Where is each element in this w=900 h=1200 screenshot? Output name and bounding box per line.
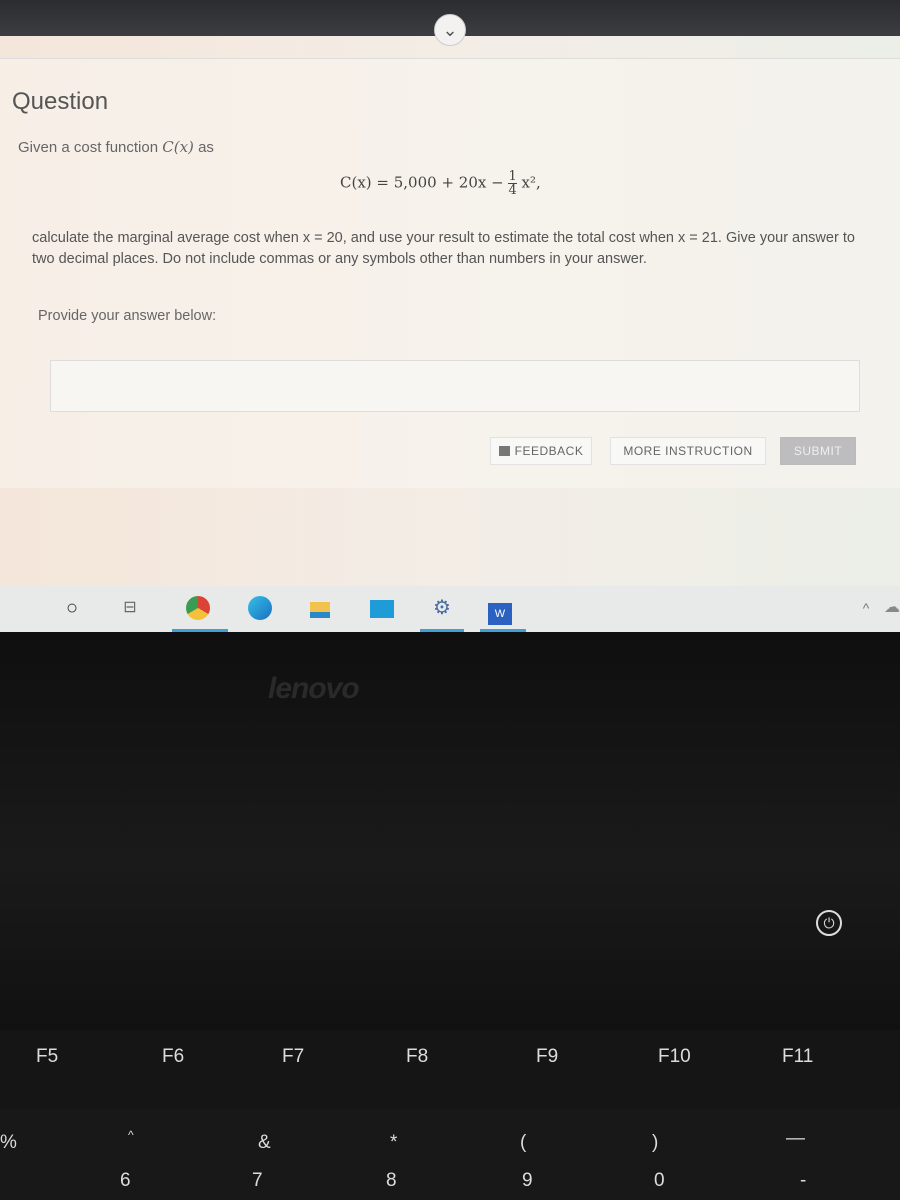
- onedrive-icon[interactable]: ☁: [878, 594, 900, 622]
- chevron-down-icon[interactable]: ⌄: [434, 14, 466, 46]
- intro-end: as: [198, 139, 214, 156]
- page-title: Question: [12, 88, 109, 115]
- question-panel: [0, 58, 900, 488]
- key-6[interactable]: 6: [120, 1170, 131, 1192]
- key-f10[interactable]: F10: [658, 1046, 691, 1068]
- key-7-symbol: &: [258, 1132, 271, 1153]
- answer-input[interactable]: [50, 360, 860, 412]
- word-icon[interactable]: W: [486, 594, 514, 625]
- feedback-icon: [498, 446, 510, 456]
- intro-function: C(x): [162, 138, 194, 156]
- function-key-row: [0, 1030, 900, 1108]
- key-6-symbol: ^: [128, 1128, 134, 1142]
- chevron-up-icon[interactable]: ^: [852, 594, 880, 622]
- key-f9[interactable]: F9: [536, 1046, 558, 1068]
- intro-text: Given a cost function: [18, 139, 159, 156]
- key-9[interactable]: 9: [522, 1170, 533, 1192]
- key-9-symbol: (: [520, 1132, 527, 1153]
- key-minus[interactable]: -: [800, 1170, 806, 1192]
- key-0[interactable]: 0: [654, 1170, 665, 1192]
- mail-icon[interactable]: [368, 594, 396, 622]
- question-intro: Given a cost function C(x) as: [18, 138, 214, 156]
- search-icon[interactable]: ○: [58, 594, 86, 622]
- feedback-button[interactable]: FEEDBACK: [490, 437, 592, 465]
- task-view-icon[interactable]: ⊟: [116, 594, 144, 622]
- power-icon[interactable]: ⏻: [816, 910, 842, 936]
- file-explorer-icon[interactable]: [306, 594, 334, 622]
- provide-answer-label: Provide your answer below:: [38, 308, 217, 324]
- key-f6[interactable]: F6: [162, 1046, 184, 1068]
- submit-button[interactable]: SUBMIT: [780, 437, 856, 465]
- key-7[interactable]: 7: [252, 1170, 263, 1192]
- key-f11[interactable]: F11: [782, 1046, 813, 1068]
- fraction: 1 4: [508, 169, 517, 198]
- key-5-symbol[interactable]: %: [0, 1132, 17, 1154]
- feedback-label: FEEDBACK: [514, 444, 584, 458]
- lenovo-logo: lenovo: [268, 672, 360, 705]
- fraction-numerator: 1: [508, 169, 517, 184]
- key-f7[interactable]: F7: [282, 1046, 304, 1068]
- chrome-icon[interactable]: [184, 594, 212, 622]
- cost-formula: C(x) = 5,000 + 20x − 1 4 x²,: [340, 170, 541, 197]
- key-0-symbol: ): [652, 1132, 659, 1153]
- number-key-row: [0, 1110, 900, 1200]
- settings-icon[interactable]: ⚙: [428, 594, 456, 622]
- question-body: calculate the marginal average cost when…: [32, 230, 855, 267]
- key-minus-symbol: —: [786, 1128, 805, 1149]
- formula-lhs: C(x) = 5,000 + 20x −: [340, 173, 504, 192]
- edge-icon[interactable]: [246, 594, 274, 622]
- key-8-symbol: *: [390, 1132, 398, 1153]
- formula-tail: x²,: [521, 173, 541, 192]
- more-instruction-button[interactable]: MORE INSTRUCTION: [610, 437, 766, 465]
- fraction-denominator: 4: [508, 183, 517, 198]
- key-f8[interactable]: F8: [406, 1046, 428, 1068]
- taskbar: ○ ⊟ ⚙ W ^ ☁: [0, 586, 900, 632]
- key-f5[interactable]: F5: [36, 1046, 58, 1068]
- word-letter: W: [488, 603, 512, 625]
- key-8[interactable]: 8: [386, 1170, 397, 1192]
